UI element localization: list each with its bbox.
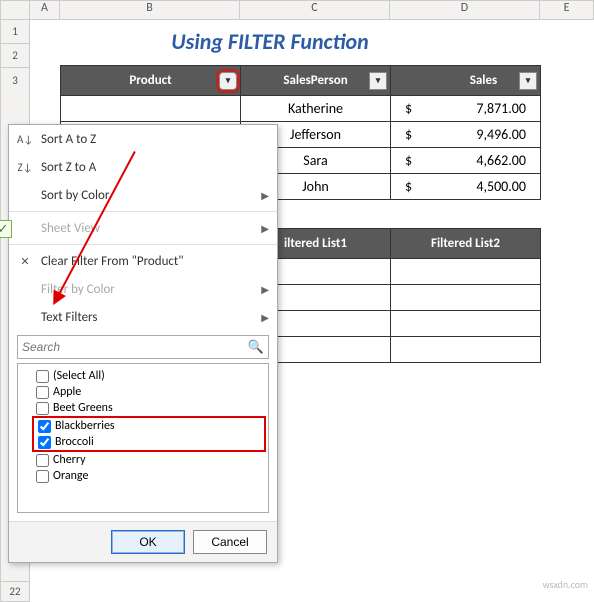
checkbox-orange[interactable] [36, 470, 49, 483]
sort-z-to-a[interactable]: Z↓Sort Z to A [9, 153, 277, 181]
list-item[interactable]: Cherry [20, 452, 266, 468]
cancel-button[interactable]: Cancel [193, 530, 267, 554]
sort-desc-icon: Z↓ [17, 161, 33, 174]
list-item[interactable]: Broccoli [34, 434, 264, 450]
filtered-table: iltered List1Filtered List2 [240, 228, 541, 363]
filter-search[interactable]: 🔍 [17, 335, 269, 359]
filter-dropdown: A↓Sort A to Z Z↓Sort Z to A Sort by Colo… [8, 124, 278, 563]
sort-a-to-z[interactable]: A↓Sort A to Z [9, 125, 277, 153]
checkbox-blackberries[interactable] [38, 420, 51, 433]
col-header-b[interactable]: B [60, 0, 240, 20]
watermark: wsxdn.com [543, 578, 588, 591]
clear-filter[interactable]: ✕Clear Filter From "Product" [9, 247, 277, 275]
confirm-check-icon: ✓ [0, 220, 12, 238]
sort-by-color[interactable]: Sort by Color▶ [9, 181, 277, 209]
checkbox-select-all[interactable] [36, 370, 49, 383]
sheet-view: Sheet View▶ [9, 214, 277, 242]
col-header-d[interactable]: D [390, 0, 540, 20]
sort-asc-icon: A↓ [17, 133, 33, 146]
search-icon: 🔍 [248, 340, 264, 355]
checkbox-broccoli[interactable] [38, 436, 51, 449]
chevron-right-icon: ▶ [261, 311, 269, 324]
filter-button-salesperson[interactable]: ▾ [369, 72, 387, 90]
ok-button[interactable]: OK [111, 530, 185, 554]
list-item[interactable]: Beet Greens [20, 400, 266, 416]
header-salesperson: SalesPerson ▾ [241, 66, 391, 96]
row-header-2[interactable]: 2 [0, 44, 30, 68]
filter-button-sales[interactable]: ▾ [519, 72, 537, 90]
list-item[interactable]: Apple [20, 384, 266, 400]
header-filtered2: Filtered List2 [391, 229, 541, 259]
col-header-a[interactable]: A [30, 0, 60, 20]
select-all-cell[interactable] [0, 0, 30, 20]
table-row: Katherine$7,871.00 [61, 96, 541, 122]
search-input[interactable] [22, 340, 248, 354]
list-item[interactable]: Orange [20, 468, 266, 484]
list-item[interactable]: (Select All) [20, 368, 266, 384]
checkbox-apple[interactable] [36, 386, 49, 399]
text-filters[interactable]: Text Filters▶ [9, 303, 277, 331]
row-header-22[interactable]: 22 [0, 582, 30, 602]
list-item[interactable]: Blackberries [34, 418, 264, 434]
chevron-right-icon: ▶ [261, 189, 269, 202]
funnel-clear-icon: ✕ [17, 255, 33, 268]
checkbox-cherry[interactable] [36, 454, 49, 467]
header-product: Product ▾ [61, 66, 241, 96]
highlighted-selection: Blackberries Broccoli [32, 416, 266, 452]
row-header-1[interactable]: 1 [0, 20, 30, 44]
col-header-e[interactable]: E [540, 0, 594, 20]
filter-button-product[interactable]: ▾ [219, 72, 237, 90]
checkbox-beet-greens[interactable] [36, 402, 49, 415]
col-header-c[interactable]: C [240, 0, 390, 20]
filter-listbox[interactable]: (Select All) Apple Beet Greens Blackberr… [17, 363, 269, 513]
page-title: Using FILTER Function [30, 20, 510, 59]
header-sales: Sales ▾ [391, 66, 541, 96]
